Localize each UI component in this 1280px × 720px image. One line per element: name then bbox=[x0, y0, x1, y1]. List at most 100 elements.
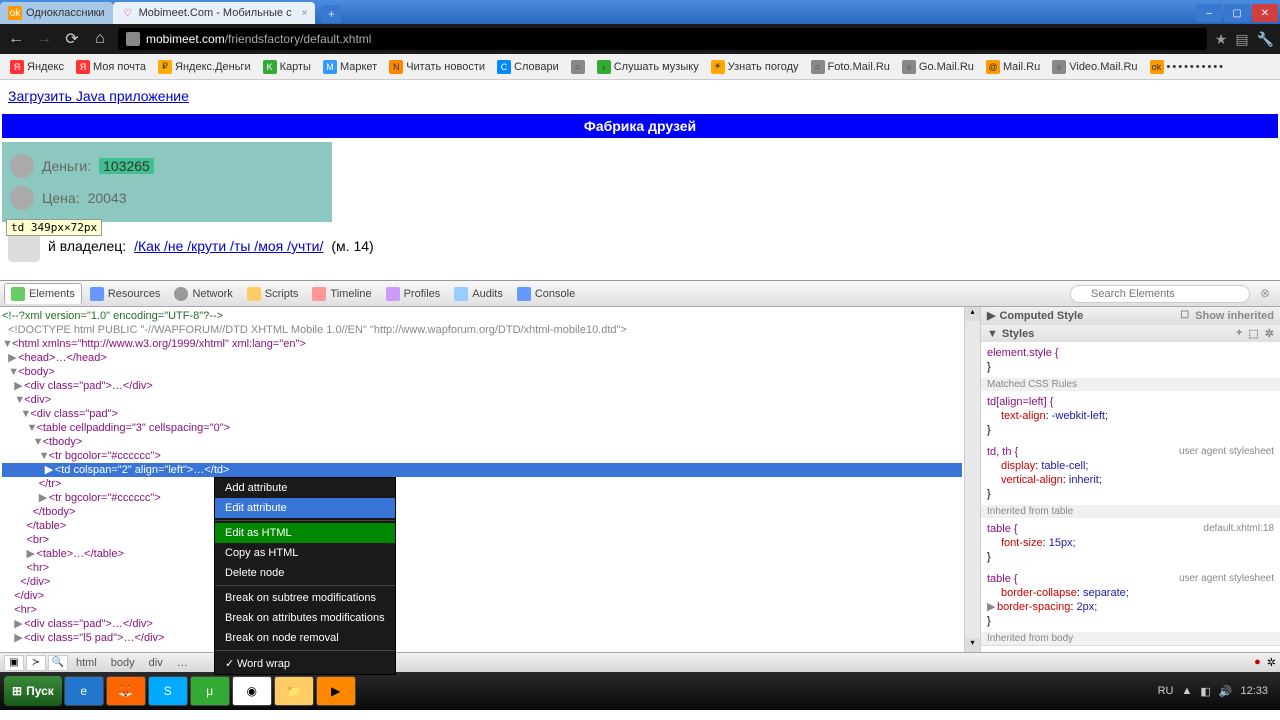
home-button[interactable]: ⌂ bbox=[90, 29, 110, 49]
taskbar-firefox[interactable]: 🦊 bbox=[106, 676, 146, 706]
breadcrumb-html[interactable]: html bbox=[70, 656, 103, 670]
toggle-state-icon[interactable]: ⬚ bbox=[1248, 327, 1258, 340]
url-text: mobimeet.com/friendsfactory/default.xhtm… bbox=[146, 32, 371, 46]
taskbar-skype[interactable]: S bbox=[148, 676, 188, 706]
url-bar[interactable]: mobimeet.com/friendsfactory/default.xhtm… bbox=[118, 28, 1207, 50]
elements-tree[interactable]: <!--?xml version="1.0" encoding="UTF-8"?… bbox=[0, 307, 964, 652]
add-rule-icon[interactable]: + bbox=[1236, 327, 1242, 340]
breadcrumb-div[interactable]: div bbox=[143, 656, 169, 670]
price-icon bbox=[10, 186, 34, 210]
browser-title-bar: ok Одноклассники ♡ Mobimeet.Com - Мобиль… bbox=[0, 0, 1280, 24]
bookmark-item[interactable]: ok•••••••••• bbox=[1146, 58, 1230, 76]
close-window-button[interactable]: ✕ bbox=[1252, 4, 1278, 22]
bookmark-item[interactable]: ○Go.Mail.Ru bbox=[898, 58, 978, 76]
bookmark-item[interactable]: ○Foto.Mail.Ru bbox=[807, 58, 894, 76]
bookmark-item[interactable]: NЧитать новости bbox=[385, 58, 489, 76]
foto-icon: ○ bbox=[811, 60, 825, 74]
back-button[interactable]: ← bbox=[6, 29, 26, 49]
bookmark-item[interactable]: KКарты bbox=[259, 58, 315, 76]
bookmark-item[interactable]: @Mail.Ru bbox=[982, 58, 1044, 76]
windows-icon: ⊞ bbox=[12, 684, 22, 698]
yandex-icon: Я bbox=[10, 60, 24, 74]
dock-button[interactable]: ▣ bbox=[4, 655, 24, 671]
go-icon: ○ bbox=[902, 60, 916, 74]
ctx-word-wrap[interactable]: ✓Word wrap bbox=[215, 653, 395, 674]
bookmark-item[interactable]: ЯЯндекс bbox=[6, 58, 68, 76]
new-tab-button[interactable]: + bbox=[321, 5, 341, 23]
console-toggle-button[interactable]: ≻ bbox=[26, 655, 46, 671]
tray-icon[interactable]: ◧ bbox=[1200, 685, 1210, 698]
bookmark-item[interactable]: ♪Слушать музыку bbox=[593, 58, 703, 76]
error-icon[interactable]: ● bbox=[1254, 656, 1261, 669]
ctx-delete-node[interactable]: Delete node bbox=[215, 563, 395, 583]
owner-link[interactable]: /Как /не /крути /ты /моя /учти/ bbox=[134, 238, 323, 254]
tab-network[interactable]: Network bbox=[168, 284, 238, 304]
tab-0[interactable]: ok Одноклассники bbox=[0, 2, 113, 24]
bookmark-item[interactable]: ○ bbox=[567, 58, 589, 76]
mailru-icon: @ bbox=[986, 60, 1000, 74]
java-download-link[interactable]: Загрузить Java приложение bbox=[0, 80, 197, 112]
search-input[interactable] bbox=[1070, 285, 1250, 303]
ctx-break-removal[interactable]: Break on node removal bbox=[215, 628, 395, 648]
tab-1[interactable]: ♡ Mobimeet.Com - Мобильные с × bbox=[113, 2, 316, 24]
inspect-button[interactable]: 🔍 bbox=[48, 655, 68, 671]
taskbar-ie[interactable]: e bbox=[64, 676, 104, 706]
selected-element[interactable]: ▶<td colspan="2" align="left">…</td> bbox=[2, 463, 962, 477]
ctx-add-attribute[interactable]: Add attribute bbox=[215, 478, 395, 498]
taskbar-utorrent[interactable]: μ bbox=[190, 676, 230, 706]
reload-button[interactable]: ⟳ bbox=[62, 29, 82, 49]
tray-icon[interactable]: ▲ bbox=[1181, 685, 1192, 697]
close-devtools-button[interactable]: ⊗ bbox=[1260, 286, 1276, 302]
start-button[interactable]: ⊞ Пуск bbox=[4, 676, 62, 706]
tab-resources[interactable]: Resources bbox=[84, 284, 167, 304]
breadcrumb-more[interactable]: … bbox=[171, 656, 194, 670]
tab-profiles[interactable]: Profiles bbox=[380, 284, 447, 304]
money-label: Деньги: bbox=[42, 158, 91, 174]
ctx-break-subtree[interactable]: Break on subtree modifications bbox=[215, 588, 395, 608]
tab-audits[interactable]: Audits bbox=[448, 284, 509, 304]
minimize-button[interactable]: – bbox=[1196, 4, 1222, 22]
tab-timeline[interactable]: Timeline bbox=[306, 284, 377, 304]
page-icon[interactable]: ▤ bbox=[1235, 31, 1248, 48]
page-content: Загрузить Java приложение Фабрика друзей… bbox=[0, 80, 1280, 280]
inherited-table-label: Inherited from table bbox=[981, 505, 1280, 518]
bookmark-item[interactable]: ЯМоя почта bbox=[72, 58, 150, 76]
price-value: 20043 bbox=[88, 190, 127, 206]
close-tab-icon[interactable]: × bbox=[302, 8, 308, 19]
styles-header[interactable]: ▼Styles +⬚✲ bbox=[981, 325, 1280, 342]
ctx-break-attr[interactable]: Break on attributes modifications bbox=[215, 608, 395, 628]
bookmark-icon[interactable]: ★ bbox=[1215, 31, 1228, 48]
tab-elements[interactable]: Elements bbox=[4, 283, 82, 304]
favicon-icon: ♡ bbox=[121, 6, 135, 20]
system-tray: RU ▲ ◧ 🔊 12:33 bbox=[1158, 685, 1276, 698]
wrench-icon[interactable]: 🔧 bbox=[1257, 31, 1274, 48]
settings-icon[interactable]: ✲ bbox=[1267, 656, 1276, 669]
breadcrumb-body[interactable]: body bbox=[105, 656, 141, 670]
language-indicator[interactable]: RU bbox=[1158, 685, 1174, 697]
favicon-icon: ok bbox=[8, 6, 22, 20]
gear-icon[interactable]: ✲ bbox=[1265, 327, 1274, 340]
maximize-button[interactable]: ▢ bbox=[1224, 4, 1250, 22]
taskbar-explorer[interactable]: 📁 bbox=[274, 676, 314, 706]
bookmark-item[interactable]: MМаркет bbox=[319, 58, 381, 76]
ctx-edit-attribute[interactable]: Edit attribute bbox=[215, 498, 395, 518]
audits-icon bbox=[454, 287, 468, 301]
elements-scrollbar[interactable]: ▴▾ bbox=[964, 307, 980, 652]
tray-icon[interactable]: 🔊 bbox=[1219, 685, 1233, 698]
tab-title: Одноклассники bbox=[26, 7, 105, 19]
tab-console[interactable]: Console bbox=[511, 284, 581, 304]
forward-button[interactable]: → bbox=[34, 29, 54, 49]
ctx-copy-html[interactable]: Copy as HTML bbox=[215, 543, 395, 563]
computed-style-header[interactable]: ▶Computed Style ☐ Show inherited bbox=[981, 307, 1280, 324]
taskbar-player[interactable]: ▶ bbox=[316, 676, 356, 706]
tab-scripts[interactable]: Scripts bbox=[241, 284, 305, 304]
bookmark-item[interactable]: ₽Яндекс.Деньги bbox=[154, 58, 255, 76]
taskbar-chrome[interactable]: ◉ bbox=[232, 676, 272, 706]
clock[interactable]: 12:33 bbox=[1240, 685, 1268, 697]
weather-icon: ☀ bbox=[711, 60, 725, 74]
bookmark-item[interactable]: ☀Узнать погоду bbox=[707, 58, 803, 76]
bookmark-item[interactable]: ○Video.Mail.Ru bbox=[1048, 58, 1141, 76]
owner-suffix: (м. 14) bbox=[331, 238, 373, 254]
ctx-edit-html[interactable]: Edit as HTML bbox=[215, 523, 395, 543]
bookmark-item[interactable]: CСловари bbox=[493, 58, 563, 76]
